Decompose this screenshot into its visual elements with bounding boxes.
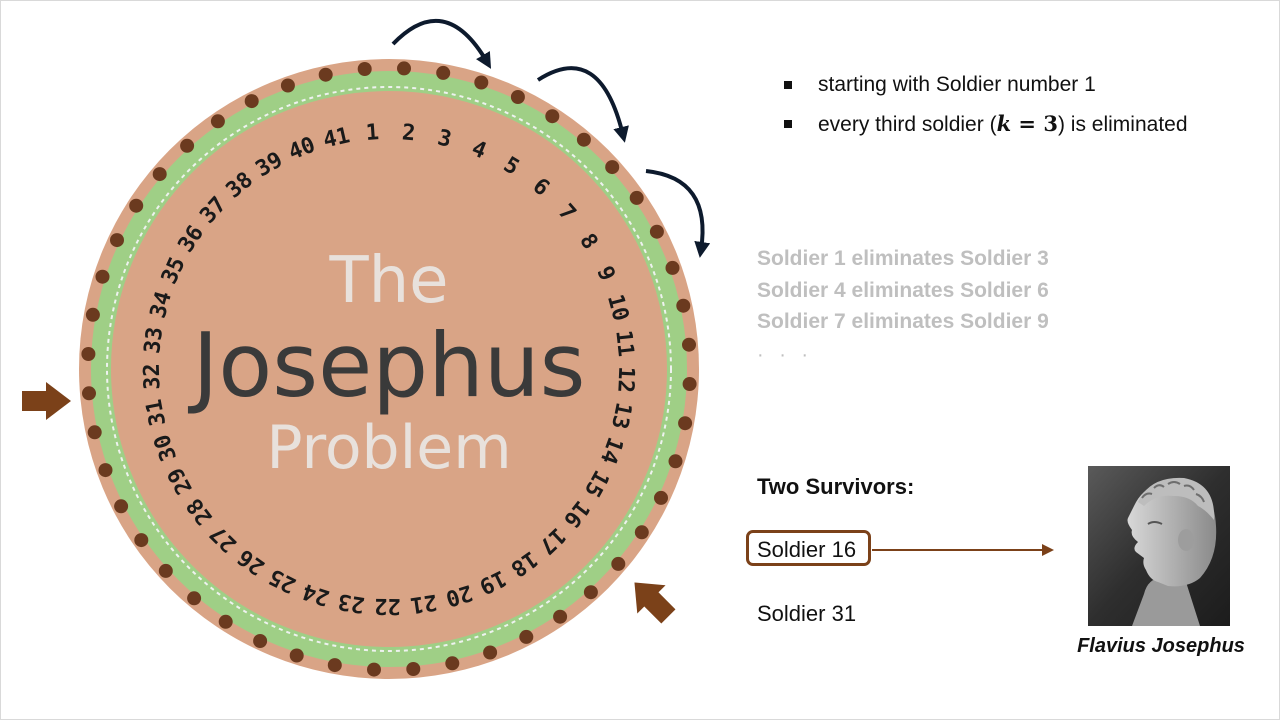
soldier-head: [85, 307, 100, 322]
survivor-pointer-arrow: [634, 582, 676, 624]
soldier-head: [553, 609, 568, 624]
portrait-caption: Flavius Josephus: [1077, 635, 1245, 657]
soldier-head: [654, 490, 668, 505]
elimination-line-3: Soldier 7 eliminates Soldier 9: [757, 310, 1049, 333]
soldier-number: 33: [140, 326, 168, 355]
rule-start-text: starting with Soldier number 1: [818, 73, 1096, 96]
rule-every-third-before: every third soldier (: [818, 113, 997, 136]
soldier-head: [134, 533, 149, 548]
soldier-head: [668, 454, 683, 469]
soldier-head: [483, 645, 498, 660]
soldier-head: [676, 298, 691, 313]
soldier-number: 22: [374, 593, 401, 618]
soldier-head: [445, 656, 460, 671]
soldier-head: [180, 138, 195, 153]
soldier-head: [367, 662, 381, 677]
soldier-head: [510, 90, 525, 104]
soldier-number: 11: [610, 329, 638, 358]
soldier-head: [682, 337, 696, 352]
rule-every-third: every third soldier (k = 3) is eliminate…: [784, 111, 1188, 138]
rule-math-eq: = 3: [1011, 111, 1058, 136]
curved-arrow-1: [391, 18, 492, 69]
rule-every-third-after: ) is eliminated: [1057, 113, 1188, 136]
rule-math-k: k: [996, 111, 1012, 136]
start-pointer-arrow: [22, 382, 71, 420]
rules-list: starting with Soldier number 1 every thi…: [784, 72, 1188, 151]
survivors-heading: Two Survivors:: [757, 474, 915, 499]
josephus-portrait: [1088, 466, 1230, 626]
soldier-number: 13: [606, 400, 636, 431]
soldier-number: 1: [365, 120, 380, 146]
soldier-head: [210, 114, 225, 129]
soldier-number: 12: [612, 366, 638, 394]
soldier-head: [280, 78, 295, 93]
soldier-number: 21: [409, 589, 439, 618]
soldier-head: [81, 347, 96, 361]
soldier-head: [474, 75, 489, 90]
soldier-head: [82, 386, 96, 401]
soldier-head: [665, 260, 680, 275]
soldier-head: [649, 224, 664, 239]
title-problem: Problem: [266, 413, 511, 483]
soldier-head: [678, 416, 693, 431]
rule-start: starting with Soldier number 1: [784, 72, 1188, 98]
title-josephus: Josephus: [187, 314, 585, 417]
soldier-number: 31: [142, 397, 171, 428]
elimination-line-2: Soldier 4 eliminates Soldier 6: [757, 279, 1049, 302]
soldier-head: [158, 563, 173, 578]
soldier-head: [244, 94, 259, 109]
soldier-head: [95, 269, 110, 284]
soldier-head: [289, 648, 304, 663]
soldier-head: [152, 167, 167, 182]
josephus-circle: 1 2 3 4567891011121314151617181920212223242…: [22, 18, 711, 679]
bullet-square-icon: [784, 120, 792, 128]
soldier-head: [406, 662, 421, 676]
soldier-head: [318, 67, 333, 82]
soldier-head: [327, 658, 342, 673]
survivor-soldier-31: Soldier 31: [757, 601, 857, 626]
soldier-head: [436, 65, 451, 80]
soldier-head: [583, 585, 598, 600]
title-the: The: [328, 244, 448, 318]
soldier-head: [682, 377, 697, 391]
soldier-head: [218, 614, 233, 629]
soldier-head: [98, 463, 113, 478]
soldier-number: 23: [336, 588, 366, 617]
soldier-head: [397, 61, 411, 76]
elimination-line-1: Soldier 1 eliminates Soldier 3: [757, 247, 1049, 270]
josephus-link-arrow: [872, 544, 1054, 556]
soldier-head: [634, 525, 649, 540]
soldier-head: [87, 425, 102, 440]
soldier-number: 2: [401, 120, 416, 146]
soldier-head: [576, 132, 591, 147]
soldier-head: [129, 198, 144, 213]
soldier-head: [629, 190, 644, 205]
soldier-head: [114, 499, 129, 514]
soldier-head: [357, 62, 372, 76]
soldier-head: [519, 629, 534, 644]
soldier-head: [187, 591, 202, 606]
elimination-ellipsis: · · ·: [757, 344, 814, 366]
soldier-number: 32: [140, 363, 166, 390]
soldier-head: [110, 233, 124, 248]
soldier-head: [611, 556, 626, 571]
soldier-head: [605, 160, 620, 175]
soldier-head: [545, 109, 560, 124]
bullet-square-icon: [784, 81, 792, 89]
survivor-soldier-16: Soldier 16: [757, 537, 857, 562]
soldier-head: [253, 634, 268, 648]
